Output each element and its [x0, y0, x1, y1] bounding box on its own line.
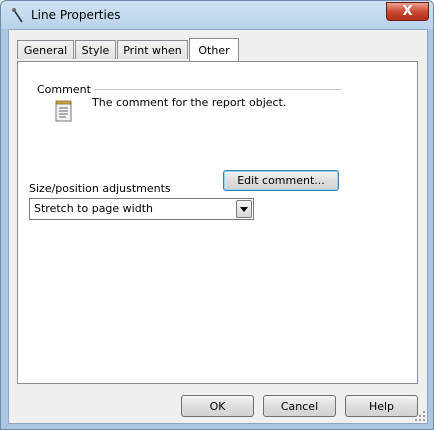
dialog-client-area: General Style Print when Other Comment T…	[8, 29, 428, 424]
tab-print-when[interactable]: Print when	[117, 40, 188, 59]
line-tool-icon	[12, 8, 23, 23]
ok-button[interactable]: OK	[181, 395, 254, 417]
comment-text: The comment for the report object.	[92, 96, 287, 109]
window-title: Line Properties	[31, 8, 121, 22]
edit-comment-button[interactable]: Edit comment...	[223, 170, 339, 191]
chevron-down-icon	[240, 206, 248, 212]
comment-divider	[94, 89, 341, 90]
line-properties-dialog: Line Properties X General Style Print wh…	[0, 0, 434, 430]
resize-grip-icon[interactable]	[414, 410, 426, 422]
size-position-label: Size/position adjustments	[29, 182, 171, 195]
tab-panel-other: Comment The comment for the report objec…	[17, 61, 418, 384]
tab-other[interactable]: Other	[189, 38, 239, 61]
size-position-value: Stretch to page width	[34, 202, 154, 215]
close-button[interactable]: X	[386, 2, 429, 21]
comment-label: Comment	[37, 83, 91, 96]
cancel-button[interactable]: Cancel	[263, 395, 336, 417]
tab-general[interactable]: General	[17, 40, 74, 59]
notepad-icon	[55, 100, 72, 122]
help-button[interactable]: Help	[345, 395, 418, 417]
tab-style[interactable]: Style	[75, 40, 116, 59]
size-position-select[interactable]: Stretch to page width	[29, 198, 254, 220]
title-bar[interactable]: Line Properties X	[1, 1, 433, 29]
dropdown-button[interactable]	[236, 200, 252, 218]
close-icon: X	[402, 4, 413, 19]
